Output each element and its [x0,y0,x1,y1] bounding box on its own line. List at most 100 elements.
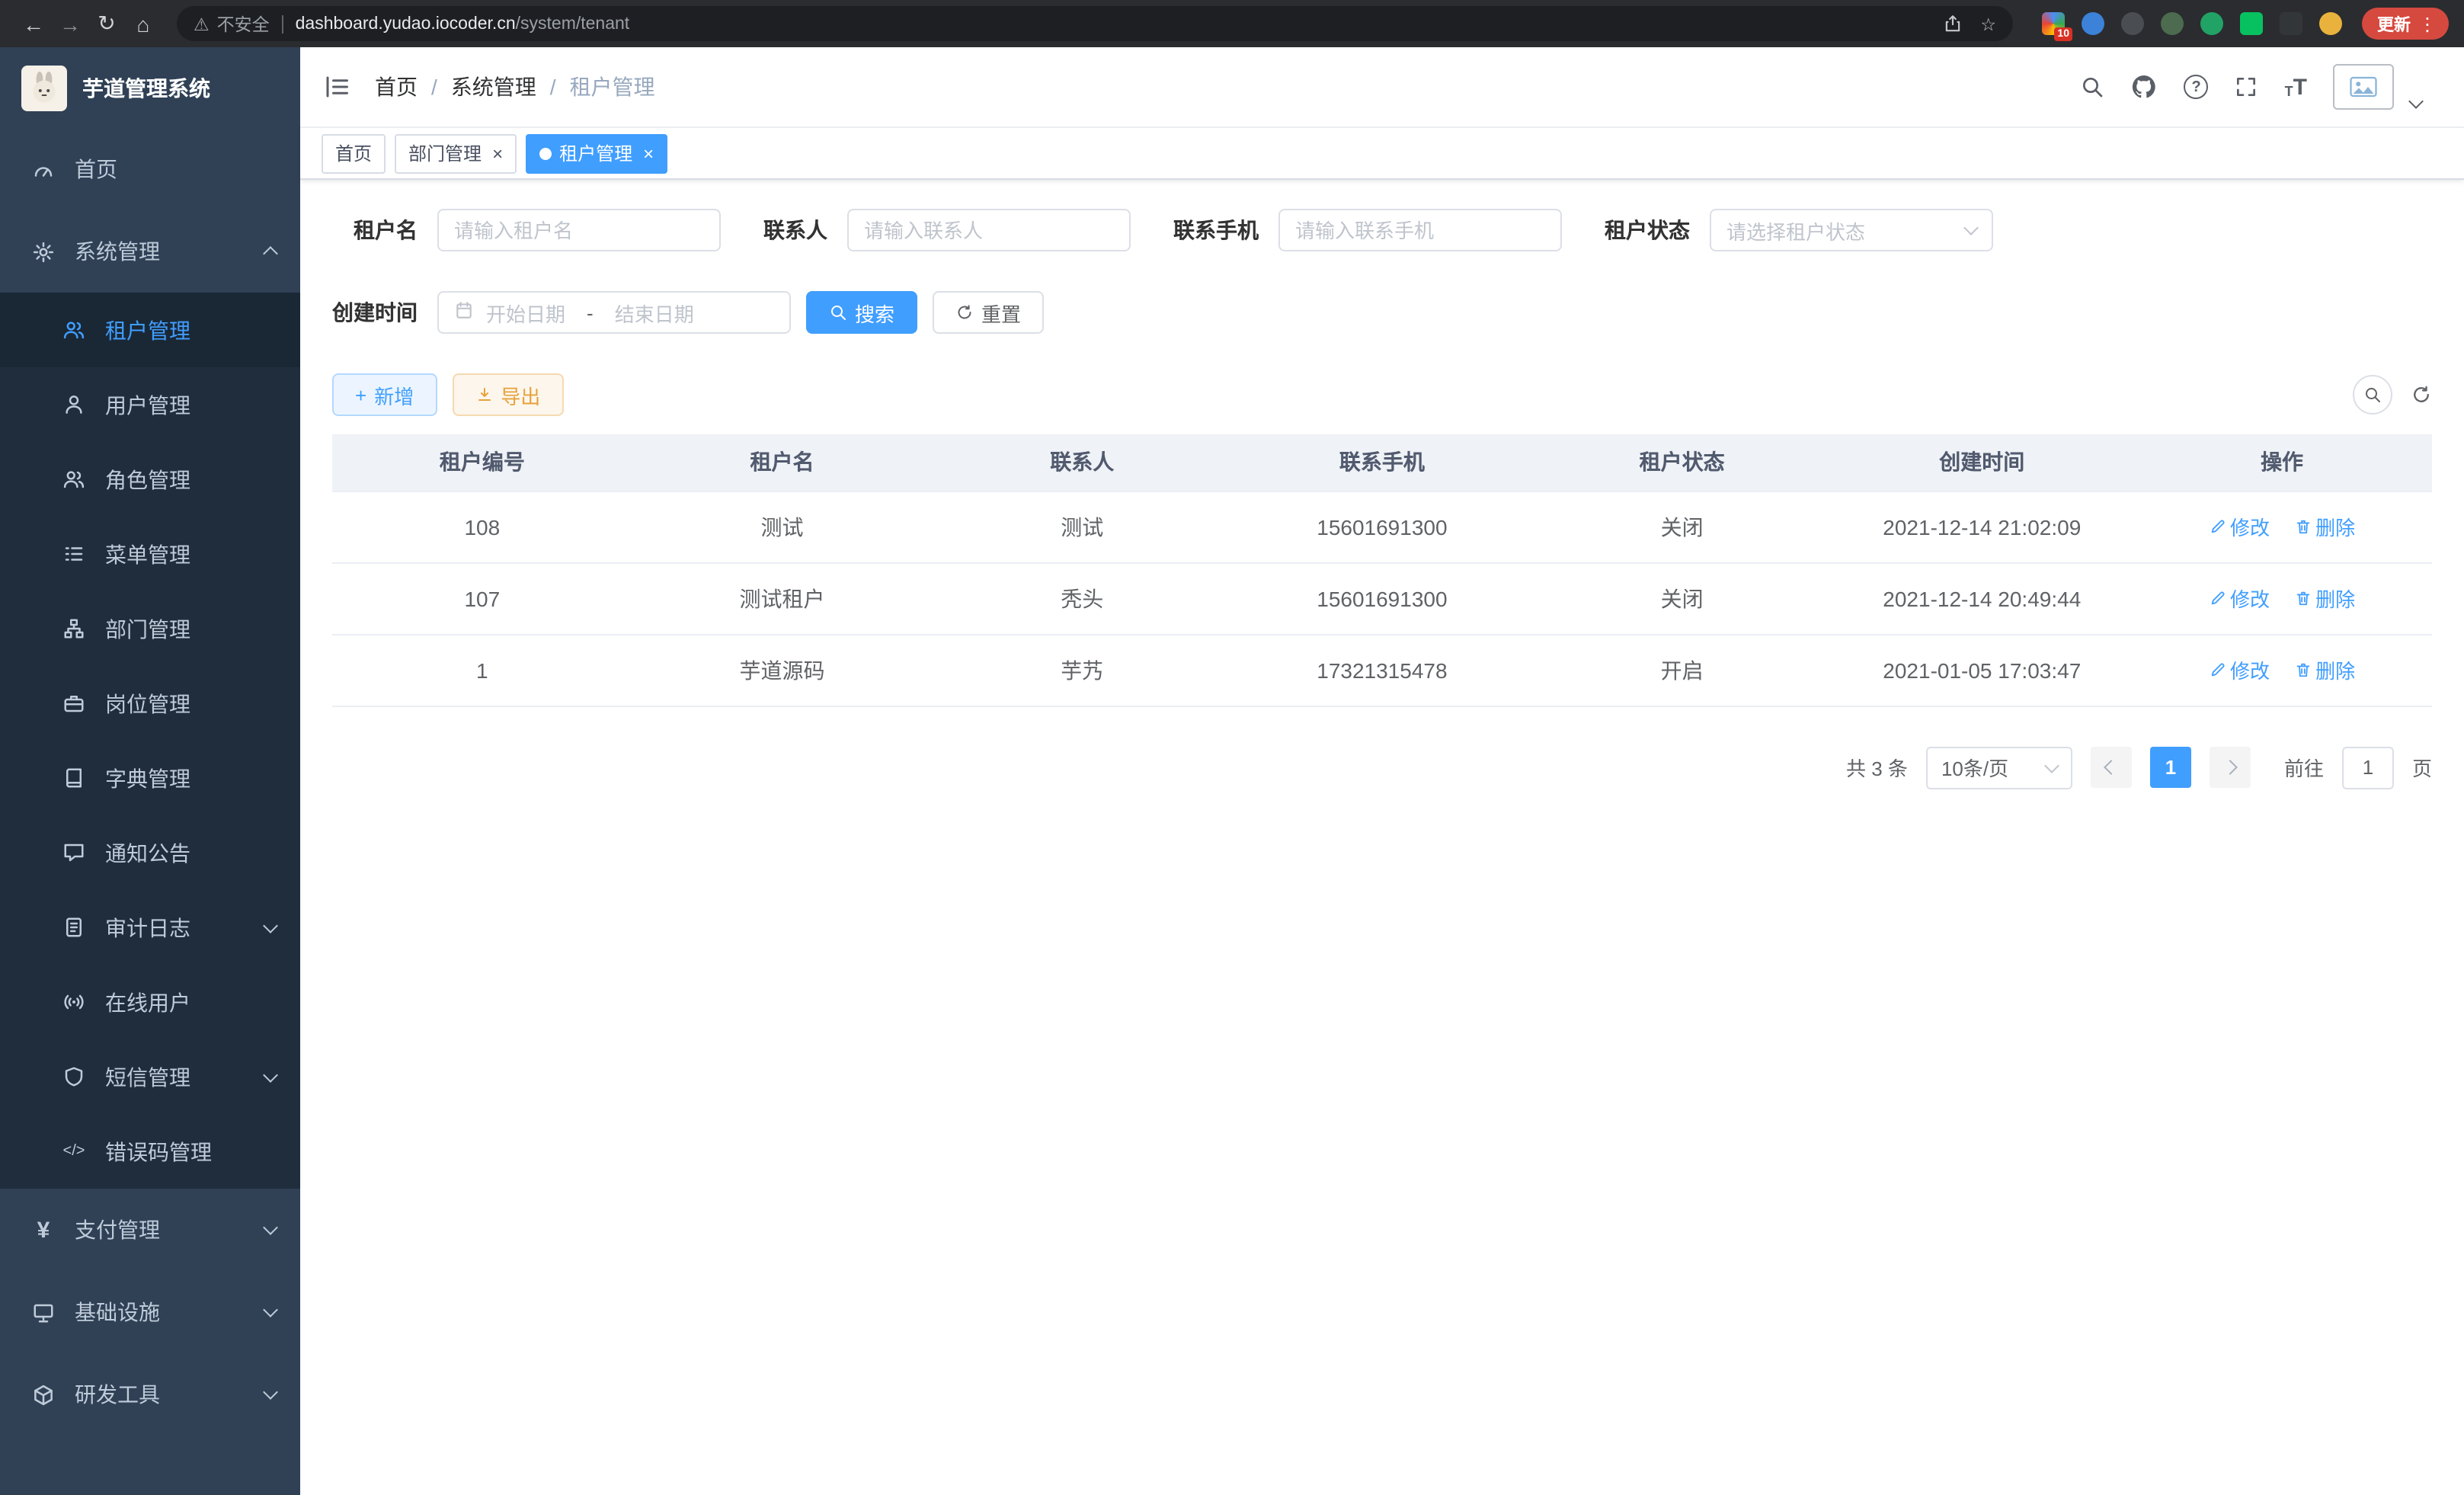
browser-home-button[interactable]: ⌂ [125,5,162,42]
col-status: 租户状态 [1532,434,1832,491]
sidebar-toggle-icon[interactable] [323,73,350,101]
tab-close-icon[interactable]: × [492,144,503,162]
bookmark-star-icon[interactable]: ☆ [1980,13,1996,34]
reset-button[interactable]: 重置 [933,291,1044,334]
fullscreen-icon[interactable] [2235,75,2259,99]
toggle-search-button[interactable] [2353,375,2392,415]
next-page-button[interactable] [2210,747,2251,788]
sidebar-item-online-user[interactable]: 在线用户 [0,965,300,1039]
goto-page-input[interactable] [2342,746,2394,789]
sidebar-item-label: 短信管理 [105,1061,190,1092]
avatar[interactable] [2333,64,2394,110]
sidebar-item-dict[interactable]: 字典管理 [0,741,300,815]
sidebar-item-home[interactable]: 首页 [0,128,300,210]
github-icon[interactable] [2131,73,2158,101]
security-label: 不安全 [217,11,270,36]
contact-input[interactable] [847,209,1131,251]
sidebar-item-pay[interactable]: ¥ 支付管理 [0,1189,300,1271]
extension-icon-green-circle[interactable] [2199,11,2225,37]
refresh-table-button[interactable] [2411,384,2432,405]
start-date-placeholder: 开始日期 [486,298,565,327]
tab-home[interactable]: 首页 [322,133,386,173]
delete-link[interactable]: 删除 [2294,584,2355,613]
sidebar-item-menu[interactable]: 菜单管理 [0,517,300,591]
chevron-up-icon [263,246,278,261]
tenant-status-select[interactable]: 请选择租户状态 [1710,209,1993,251]
header-search-icon[interactable] [2081,75,2105,99]
extension-icon-dark[interactable] [2120,11,2146,37]
sidebar-item-label: 租户管理 [105,315,190,345]
briefcase-icon [61,692,87,715]
col-created: 创建时间 [1832,434,2132,491]
sidebar: 芋道管理系统 首页 系统管理 租户管 [0,47,300,1495]
add-button[interactable]: + 新增 [332,373,437,416]
sidebar-item-system[interactable]: 系统管理 [0,210,300,293]
browser-forward-button[interactable]: → [52,5,88,42]
page-size-select[interactable]: 10条/页 [1926,746,2072,789]
security-chip[interactable]: ⚠ 不安全 [194,11,270,36]
sidebar-item-error-code[interactable]: </> 错误码管理 [0,1114,300,1189]
sidebar-item-dev-tools[interactable]: 研发工具 [0,1353,300,1436]
font-size-icon[interactable]: TT [2285,75,2307,98]
tree-icon [61,617,87,640]
sidebar-item-tenant[interactable]: 租户管理 [0,293,300,367]
sidebar-item-role[interactable]: 角色管理 [0,442,300,517]
extension-icon-puzzle[interactable] [2278,11,2304,37]
sidebar-item-user[interactable]: 用户管理 [0,367,300,442]
tab-tenant[interactable]: 租户管理 × [526,133,667,173]
extension-icon-yellow[interactable] [2318,11,2344,37]
url-path: /system/tenant [516,14,630,33]
tab-label: 部门管理 [408,140,482,166]
browser-update-button[interactable]: 更新 ⋮ [2362,8,2449,40]
breadcrumb-system[interactable]: 系统管理 [451,72,536,102]
url-text: dashboard.yudao.iocoder.cn/system/tenant [296,14,630,33]
app-navbar: 首页 / 系统管理 / 租户管理 ? [300,47,2464,128]
browser-back-button[interactable]: ← [15,5,52,42]
contact-phone-input[interactable] [1278,209,1562,251]
cell-tenant-id: 1 [332,634,632,706]
edit-link[interactable]: 修改 [2209,584,2270,613]
breadcrumb-home[interactable]: 首页 [375,72,418,102]
message-icon [61,841,87,864]
sidebar-item-label: 审计日志 [105,912,190,943]
delete-link[interactable]: 删除 [2294,655,2355,684]
share-icon[interactable] [1942,14,1962,34]
extension-icon-grid[interactable]: 10 [2040,11,2066,37]
edit-link[interactable]: 修改 [2209,655,2270,684]
sidebar-item-post[interactable]: 岗位管理 [0,666,300,741]
create-time-range-picker[interactable]: 开始日期 - 结束日期 [437,291,791,334]
edit-link[interactable]: 修改 [2209,512,2270,541]
browser-menu-kebab-icon[interactable]: ⋮ [2418,13,2437,34]
sidebar-item-sms[interactable]: 短信管理 [0,1039,300,1114]
browser-toolbar: ← → ↻ ⌂ ⚠ 不安全 dashboard.yudao.iocoder.cn… [0,0,2464,47]
search-button[interactable]: 搜索 [806,291,917,334]
extension-icon-chat[interactable] [2238,11,2264,37]
contact-label: 联系人 [763,215,827,245]
export-button[interactable]: 导出 [452,373,563,416]
page-number-1[interactable]: 1 [2150,747,2191,788]
extension-icon-olive[interactable] [2159,11,2185,37]
sidebar-item-notice[interactable]: 通知公告 [0,815,300,890]
address-bar[interactable]: ⚠ 不安全 dashboard.yudao.iocoder.cn/system/… [177,6,2013,41]
cell-tenant-name: 测试 [632,491,933,562]
delete-label: 删除 [2315,512,2355,541]
sidebar-item-audit-log[interactable]: 审计日志 [0,890,300,965]
avatar-caret-icon[interactable] [2408,94,2424,109]
box-icon [30,1383,56,1406]
delete-link[interactable]: 删除 [2294,512,2355,541]
logo-image [21,65,67,110]
sidebar-item-label: 角色管理 [105,464,190,495]
sidebar-item-infra[interactable]: 基础设施 [0,1271,300,1353]
tenant-name-input[interactable] [437,209,721,251]
tab-close-icon[interactable]: × [643,144,654,162]
extension-icon-pin[interactable] [2080,11,2106,37]
edit-label: 修改 [2230,655,2270,684]
help-icon[interactable]: ? [2184,75,2209,99]
sidebar-item-dept[interactable]: 部门管理 [0,591,300,666]
add-button-label: 新增 [374,380,414,409]
prev-page-button[interactable] [2091,747,2132,788]
sidebar-logo[interactable]: 芋道管理系统 [0,47,300,128]
browser-reload-button[interactable]: ↻ [88,5,125,42]
tab-dept[interactable]: 部门管理 × [395,133,517,173]
extension-badge: 10 [2054,27,2072,41]
